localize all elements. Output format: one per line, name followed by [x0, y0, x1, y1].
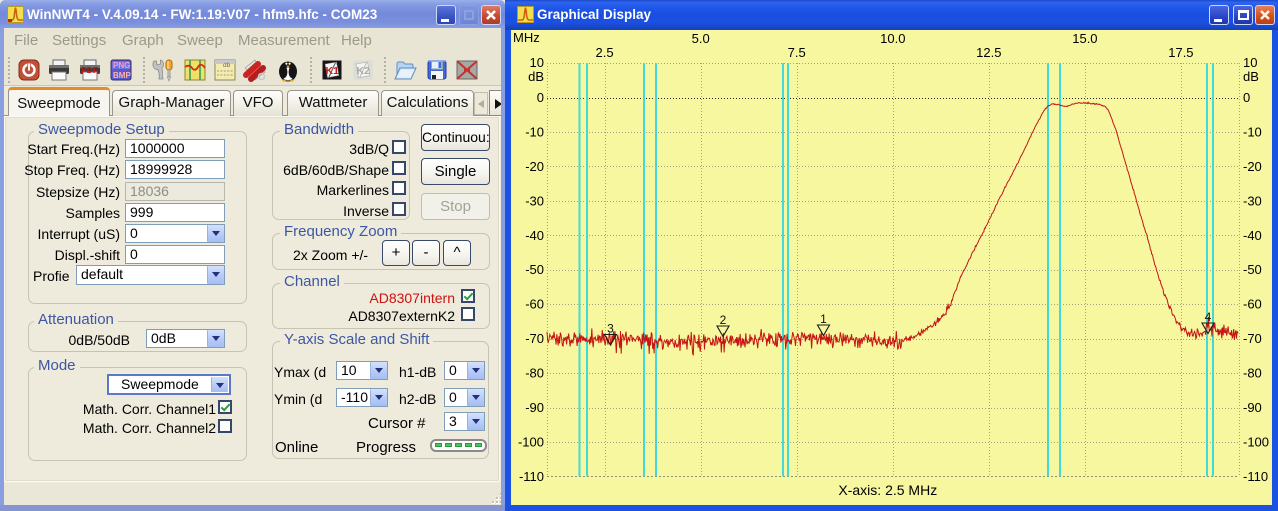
svg-text:1: 1	[820, 312, 827, 326]
svg-text:K2: K2	[357, 65, 371, 77]
svg-text:-70: -70	[1243, 331, 1262, 346]
svg-text:X-axis: 2.5 MHz: X-axis: 2.5 MHz	[838, 482, 937, 498]
svg-text:2: 2	[720, 313, 727, 327]
svg-text:dB: dB	[1243, 69, 1259, 84]
svg-text:-50: -50	[1243, 262, 1262, 277]
svg-text:17.5: 17.5	[1168, 45, 1193, 60]
svg-text:-110: -110	[519, 469, 544, 484]
svg-text:-100: -100	[518, 435, 544, 450]
svg-text:-50: -50	[525, 262, 544, 277]
svg-text:0: 0	[1243, 90, 1250, 105]
svg-text:10: 10	[1243, 55, 1257, 70]
svg-text:-10: -10	[525, 124, 544, 139]
svg-text:db: db	[223, 62, 231, 69]
svg-text:-70: -70	[525, 331, 544, 346]
svg-text:0: 0	[537, 90, 544, 105]
svg-text:PDF: PDF	[81, 65, 98, 75]
svg-text:-30: -30	[1243, 193, 1262, 208]
svg-text:dB: dB	[528, 69, 544, 84]
svg-text:-40: -40	[1243, 228, 1262, 243]
svg-text:-40: -40	[525, 228, 544, 243]
svg-text:-110: -110	[1243, 469, 1268, 484]
svg-text:BMP: BMP	[113, 71, 131, 80]
svg-text:10: 10	[530, 55, 544, 70]
svg-text:-80: -80	[1243, 366, 1262, 381]
svg-text:7.5: 7.5	[788, 45, 806, 60]
svg-text:2.5: 2.5	[596, 45, 614, 60]
svg-text:-20: -20	[1243, 159, 1262, 174]
svg-text:K1: K1	[326, 65, 340, 77]
svg-text:-80: -80	[525, 366, 544, 381]
svg-text:-100: -100	[1243, 435, 1269, 450]
svg-text:-90: -90	[525, 400, 544, 415]
svg-text:12.5: 12.5	[976, 45, 1001, 60]
svg-text:-60: -60	[1243, 297, 1262, 312]
svg-text:-60: -60	[525, 297, 544, 312]
svg-text:4: 4	[1205, 310, 1212, 324]
svg-text:-10: -10	[1243, 124, 1262, 139]
svg-text:5.0: 5.0	[692, 31, 710, 46]
svg-text:10.0: 10.0	[880, 31, 905, 46]
svg-text:3: 3	[607, 322, 614, 336]
svg-text:-90: -90	[1243, 400, 1262, 415]
svg-text:-20: -20	[525, 159, 544, 174]
svg-text:-30: -30	[525, 193, 544, 208]
svg-text:PNG: PNG	[113, 61, 130, 70]
svg-text:15.0: 15.0	[1072, 31, 1097, 46]
svg-text:MHz: MHz	[513, 30, 540, 45]
